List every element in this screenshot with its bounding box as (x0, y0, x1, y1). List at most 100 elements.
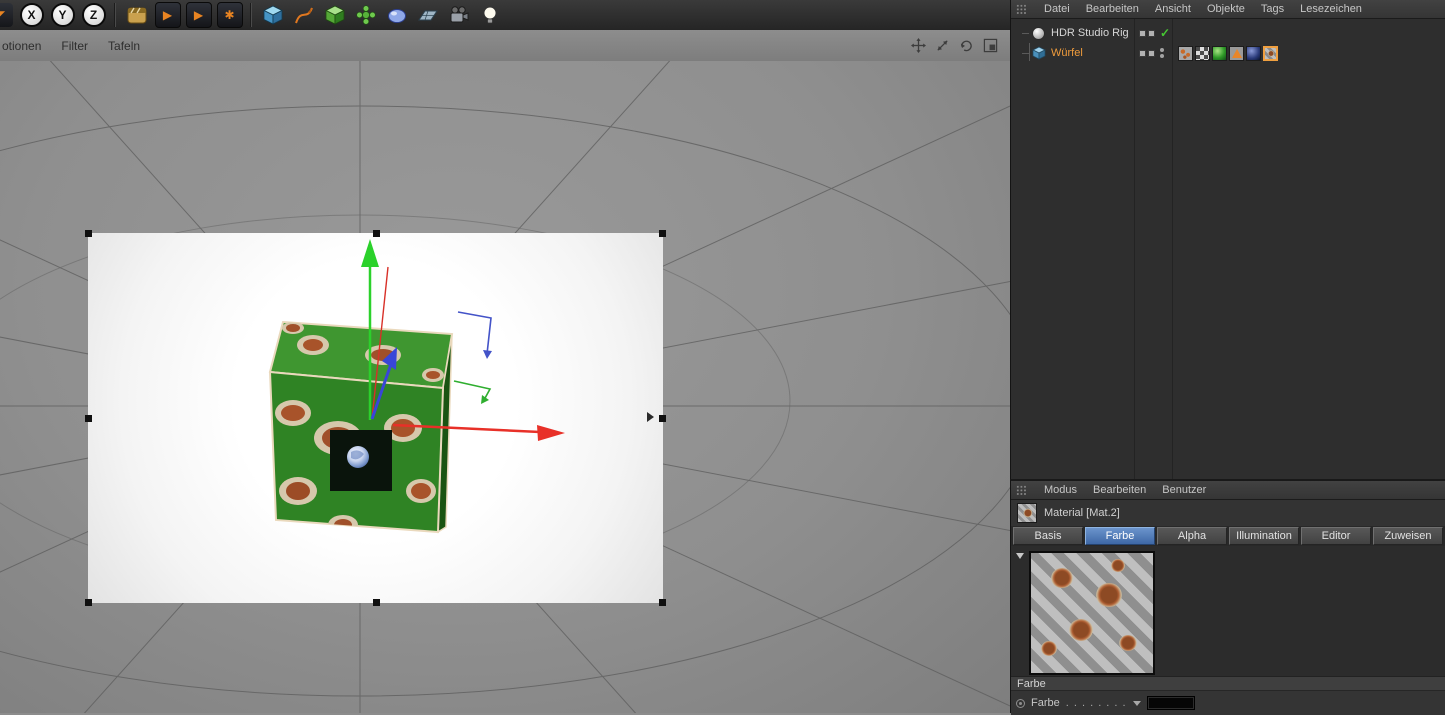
section-header-farbe: Farbe (1011, 676, 1445, 691)
render-region[interactable] (85, 230, 666, 606)
rotate-view-icon[interactable] (959, 38, 974, 53)
material-preview-area (1011, 546, 1445, 676)
panel-grip-icon[interactable] (1016, 484, 1027, 496)
material-tag-icon[interactable] (1178, 45, 1193, 61)
array-generator-icon[interactable] (352, 2, 379, 29)
render-region-handle[interactable] (659, 415, 666, 422)
keyframe-circle-icon[interactable] (1016, 698, 1025, 708)
lock-x-axis-button[interactable]: X (18, 2, 45, 29)
green-sphere-tag-icon[interactable] (1212, 45, 1227, 61)
pan-view-icon[interactable] (911, 38, 926, 53)
menu-lesezeichen[interactable]: Lesezeichen (1292, 3, 1370, 15)
toolbar-separator (250, 3, 252, 27)
column-separator (1172, 19, 1173, 479)
spline-pen-icon[interactable] (290, 2, 317, 29)
chevron-down-icon[interactable] (1132, 700, 1141, 706)
coordinate-system-icon[interactable] (123, 2, 150, 29)
tab-editor[interactable]: Editor (1301, 527, 1371, 545)
blue-sphere-tag-icon[interactable] (1246, 45, 1261, 61)
tree-connector (1022, 52, 1029, 54)
menu-benutzer[interactable]: Benutzer (1154, 484, 1214, 496)
viewport-nav-icons (911, 38, 1010, 53)
floor-object-icon[interactable] (414, 2, 441, 29)
menu-tags[interactable]: Tags (1253, 3, 1292, 15)
render-region-arrow-icon[interactable] (647, 412, 654, 422)
property-label: Farbe (1031, 697, 1060, 709)
orange-triangle-tag-icon[interactable] (1229, 45, 1244, 61)
render-region-handle[interactable] (85, 230, 92, 237)
checkerboard-tag-icon[interactable] (1195, 45, 1210, 61)
material-thumbnail-icon[interactable] (1017, 503, 1037, 523)
lock-y-axis-button[interactable]: Y (49, 2, 76, 29)
viewport-menu-filter[interactable]: Filter (61, 39, 88, 53)
object-manager-panel: Datei Bearbeiten Ansicht Objekte Tags Le… (1010, 0, 1445, 479)
zoom-view-icon[interactable] (935, 38, 950, 53)
enabled-check-icon[interactable]: ✓ (1160, 27, 1170, 39)
object-manager-menu-bar: Datei Bearbeiten Ansicht Objekte Tags Le… (1011, 0, 1445, 19)
tab-basis[interactable]: Basis (1013, 527, 1083, 545)
render-region-handle[interactable] (85, 415, 92, 422)
collapse-triangle-icon[interactable] (1016, 553, 1024, 559)
lock-z-axis-button[interactable]: Z (80, 2, 107, 29)
panel-grip-icon[interactable] (1016, 3, 1027, 15)
lock-x-label: X (19, 3, 44, 27)
object-label-selected[interactable]: Würfel (1051, 47, 1083, 59)
viewport-3d[interactable] (0, 61, 1010, 713)
subdivision-surface-icon[interactable] (321, 2, 348, 29)
render-region-handle[interactable] (372, 599, 380, 606)
render-region-handle[interactable] (659, 599, 666, 606)
tree-connector (1022, 32, 1029, 34)
layer-squares-icon[interactable] (1139, 49, 1155, 57)
metaball-icon[interactable] (383, 2, 410, 29)
material-tabs: Basis Farbe Alpha Illumination Editor Zu… (1011, 526, 1445, 546)
tab-zuweisen[interactable]: Zuweisen (1373, 527, 1443, 545)
render-settings-icon[interactable]: ✱ (216, 2, 243, 29)
viewport-menu-bar: otionen Filter Tafeln (0, 30, 1010, 62)
render-region-handle[interactable] (372, 230, 380, 237)
color-swatch[interactable] (1146, 696, 1195, 710)
menu-objekte[interactable]: Objekte (1199, 3, 1253, 15)
camera-object-icon[interactable] (445, 2, 472, 29)
object-list: HDR Studio Rig ✓ Würfel (1011, 19, 1445, 63)
menu-modus[interactable]: Modus (1036, 484, 1085, 496)
viewport-menu-optionen[interactable]: otionen (2, 39, 41, 53)
toggle-view-icon[interactable] (983, 38, 998, 53)
layer-squares-icon[interactable] (1139, 29, 1155, 37)
object-label[interactable]: HDR Studio Rig (1051, 27, 1129, 39)
clipped-tool-icon[interactable]: ◤ (0, 2, 14, 29)
tab-alpha[interactable]: Alpha (1157, 527, 1227, 545)
visibility-dots-icon[interactable] (1160, 48, 1164, 58)
lock-z-label: Z (81, 3, 106, 27)
menu-datei[interactable]: Datei (1036, 3, 1078, 15)
color-property-row: Farbe . . . . . . . . (1011, 691, 1445, 715)
menu-bearbeiten[interactable]: Bearbeiten (1078, 3, 1147, 15)
tab-illumination[interactable]: Illumination (1229, 527, 1299, 545)
object-row-hdr-studio-rig[interactable]: HDR Studio Rig ✓ (1011, 23, 1445, 43)
main-toolbar: ◤ X Y Z ▶ ▶ ✱ (0, 0, 1010, 30)
menu-bearbeiten[interactable]: Bearbeiten (1085, 484, 1154, 496)
texture-preview[interactable] (1029, 551, 1155, 675)
viewport-menu-tafeln[interactable]: Tafeln (108, 39, 140, 53)
material-title: Material [Mat.2] (1044, 507, 1120, 519)
material-header-row: Material [Mat.2] (1011, 500, 1445, 526)
cube-primitive-icon[interactable] (259, 2, 286, 29)
plane-handle-green[interactable] (453, 380, 492, 404)
render-picture-viewer-icon[interactable]: ▶ (185, 2, 212, 29)
cube-object-icon[interactable] (1031, 46, 1046, 61)
render-view-icon[interactable]: ▶ (154, 2, 181, 29)
light-object-icon[interactable] (476, 2, 503, 29)
cube-scene (268, 239, 565, 534)
sphere-object-icon[interactable] (1031, 26, 1046, 41)
tab-farbe[interactable]: Farbe (1085, 527, 1155, 545)
render-region-handle[interactable] (85, 599, 92, 606)
render-region-handle[interactable] (659, 230, 666, 237)
material-manager-menu-bar: Modus Bearbeiten Benutzer (1011, 481, 1445, 500)
column-separator (1134, 19, 1135, 479)
object-row-wuerfel[interactable]: Würfel (1011, 43, 1445, 63)
toolbar-separator (114, 3, 116, 27)
property-leader-dots: . . . . . . . . (1065, 697, 1127, 709)
plane-handle-blue[interactable] (457, 311, 492, 359)
cube-object (268, 320, 454, 534)
menu-ansicht[interactable]: Ansicht (1147, 3, 1199, 15)
active-texture-tag-icon[interactable] (1263, 45, 1278, 61)
